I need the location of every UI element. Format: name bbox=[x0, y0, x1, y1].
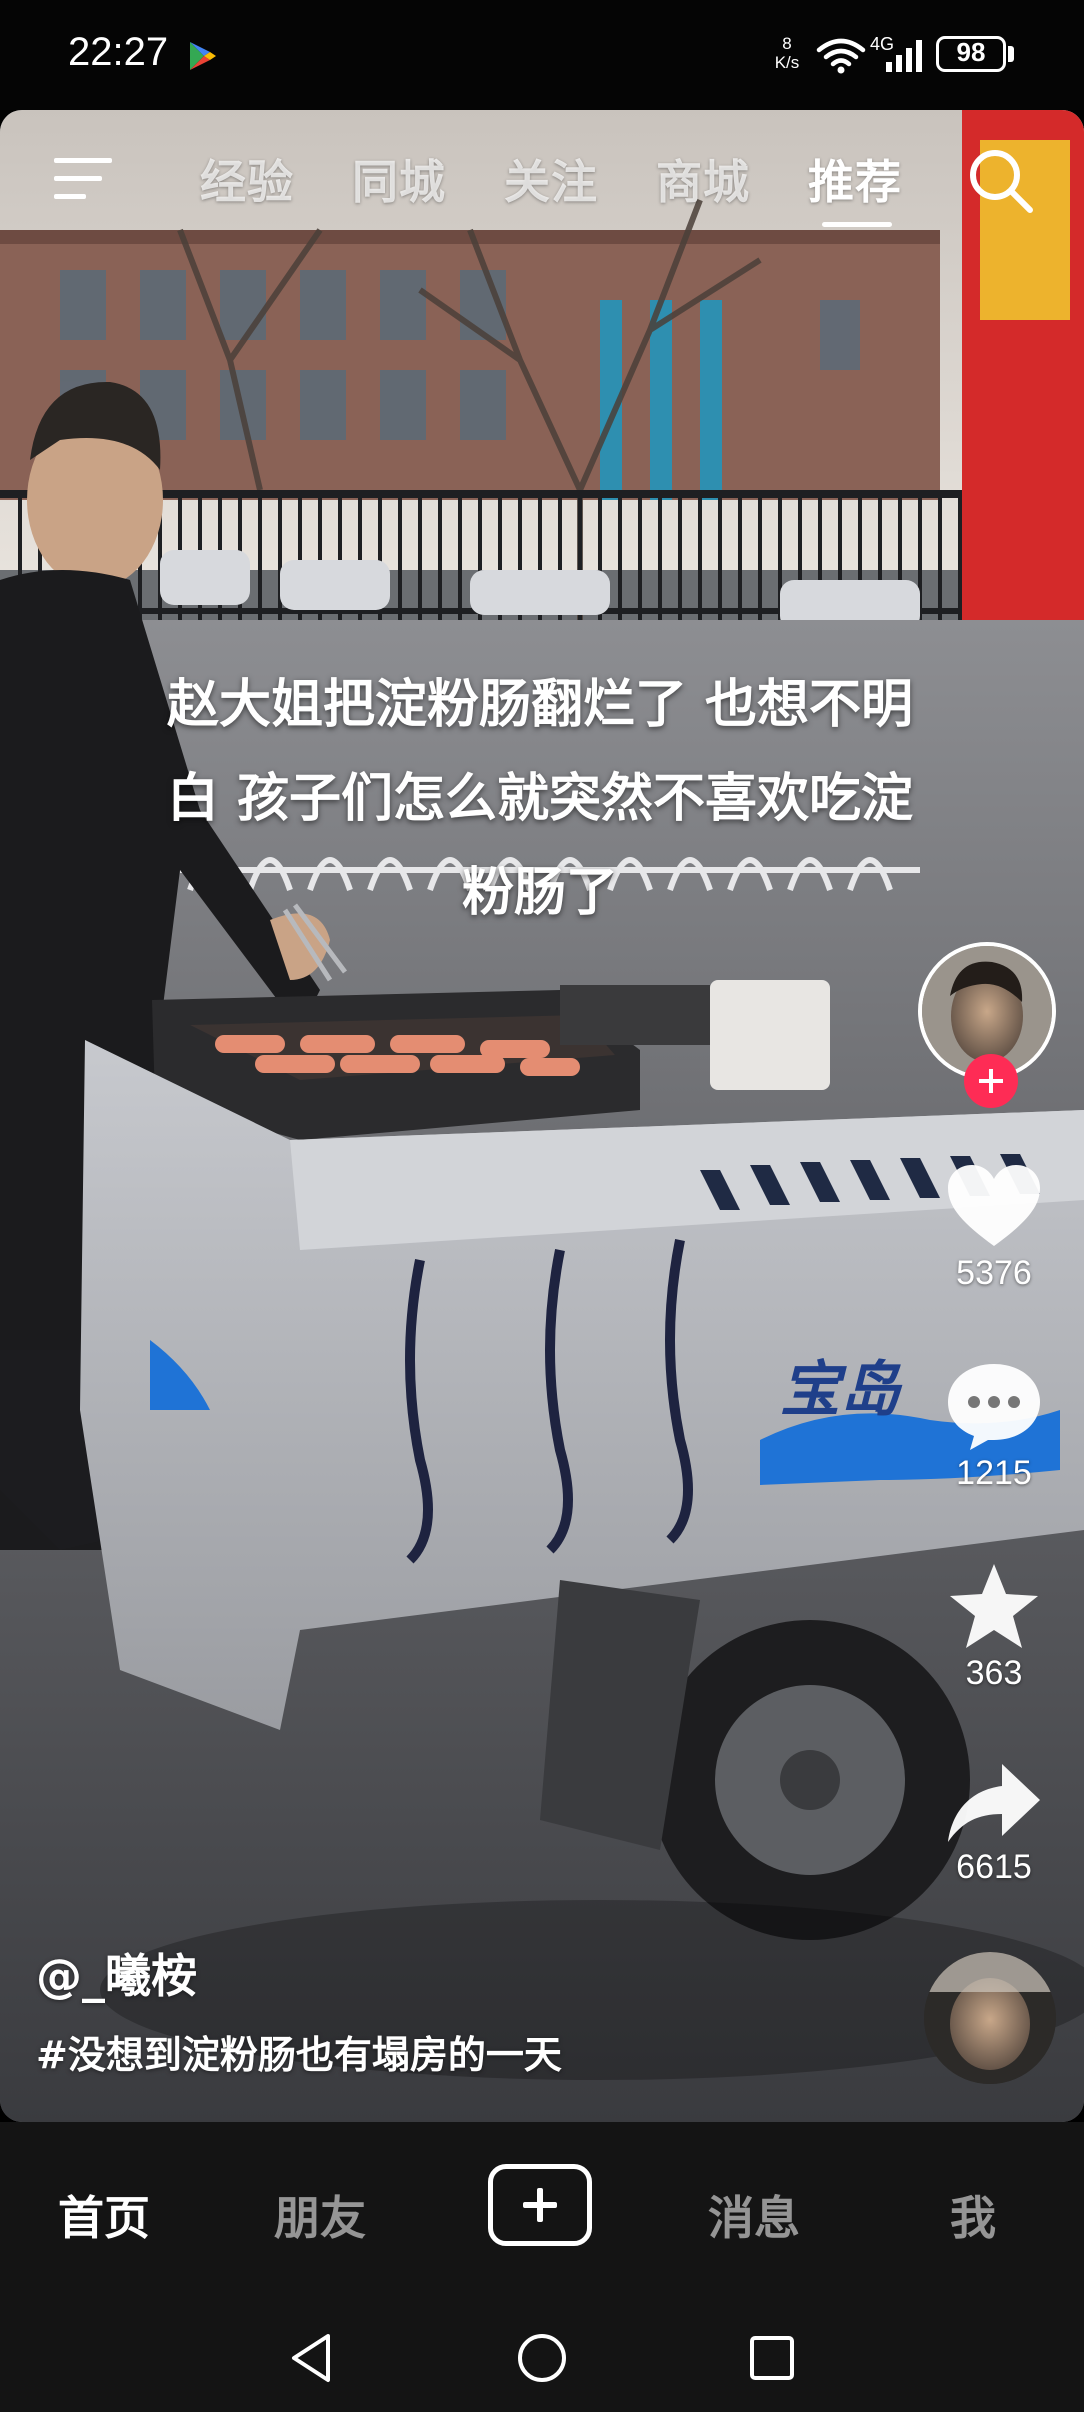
music-disc-image bbox=[924, 1952, 1056, 2084]
signal-icon bbox=[886, 40, 922, 72]
active-tab-indicator bbox=[822, 222, 892, 227]
tab-friends[interactable]: 朋友 bbox=[274, 2182, 366, 2248]
clock: 22:27 bbox=[68, 30, 169, 74]
video-player[interactable]: 宝岛 经验 同城 关注 商城 推荐 赵大姐把淀粉肠翻烂了 也想不明 白 孩子们怎… bbox=[0, 110, 1084, 2122]
search-icon[interactable] bbox=[966, 146, 1036, 216]
star-icon bbox=[950, 1564, 1038, 1648]
heart-icon bbox=[948, 1165, 1040, 1246]
app-store-icon bbox=[190, 42, 216, 70]
video-frame: 宝岛 bbox=[0, 110, 1084, 2122]
music-disc[interactable] bbox=[924, 1952, 1056, 2084]
caption-line: 赵大姐把淀粉肠翻烂了 也想不明 bbox=[166, 675, 914, 735]
tab-messages[interactable]: 消息 bbox=[708, 2182, 800, 2248]
system-navigation-bar bbox=[0, 2300, 1084, 2412]
video-caption: 赵大姐把淀粉肠翻烂了 也想不明 白 孩子们怎么就突然不喜欢吃淀 粉肠了 bbox=[100, 658, 980, 940]
tab-nearby[interactable]: 同城 bbox=[352, 146, 446, 212]
comment-count: 1215 bbox=[956, 1454, 1032, 1492]
like-button[interactable]: 5376 bbox=[934, 1162, 1054, 1293]
create-button[interactable] bbox=[488, 2164, 592, 2246]
share-count: 6615 bbox=[956, 1848, 1032, 1886]
plus-icon bbox=[523, 2188, 557, 2222]
share-icon bbox=[948, 1764, 1040, 1842]
tab-mall[interactable]: 商城 bbox=[656, 146, 750, 212]
battery-level: 98 bbox=[956, 37, 986, 67]
network-speed-value: 8 bbox=[782, 34, 792, 53]
battery-cap bbox=[1008, 46, 1014, 62]
cart-brand-text: 宝岛 bbox=[780, 1355, 903, 1425]
comment-button[interactable]: 1215 bbox=[934, 1360, 1054, 1493]
follow-button[interactable] bbox=[964, 1054, 1018, 1108]
caption-line: 粉肠了 bbox=[461, 863, 618, 923]
menu-icon[interactable] bbox=[52, 152, 114, 204]
like-count: 5376 bbox=[956, 1254, 1032, 1292]
tab-recommended[interactable]: 推荐 bbox=[808, 146, 902, 212]
plus-icon bbox=[979, 1069, 1003, 1093]
video-hashtag[interactable]: #没想到淀粉肠也有塌房的一天 bbox=[36, 2024, 562, 2079]
bottom-tab-bar: 首页 朋友 消息 我 bbox=[0, 2122, 1084, 2300]
tab-experience[interactable]: 经验 bbox=[200, 146, 294, 212]
home-circle-icon[interactable] bbox=[514, 2330, 570, 2386]
comment-icon bbox=[948, 1364, 1040, 1450]
wifi-icon bbox=[816, 38, 866, 74]
tab-home[interactable]: 首页 bbox=[58, 2182, 150, 2248]
back-icon[interactable] bbox=[286, 2330, 336, 2386]
tab-following[interactable]: 关注 bbox=[504, 146, 598, 212]
network-speed-unit: K/s bbox=[774, 53, 800, 72]
status-bar: 22:27 8 K/s 4G 98 bbox=[0, 0, 1084, 110]
network-speed: 8 K/s bbox=[770, 34, 804, 72]
recents-icon[interactable] bbox=[744, 2330, 800, 2386]
tab-me[interactable]: 我 bbox=[950, 2182, 996, 2248]
favorite-button[interactable]: 363 bbox=[934, 1560, 1054, 1693]
share-button[interactable]: 6615 bbox=[934, 1760, 1054, 1887]
author-name[interactable]: @_曦桉 bbox=[36, 1940, 197, 2006]
battery-indicator: 98 bbox=[936, 36, 1006, 72]
favorite-count: 363 bbox=[965, 1654, 1023, 1692]
caption-line: 白 孩子们怎么就突然不喜欢吃淀 bbox=[166, 769, 914, 829]
top-navigation: 经验 同城 关注 商城 推荐 bbox=[0, 110, 1084, 260]
